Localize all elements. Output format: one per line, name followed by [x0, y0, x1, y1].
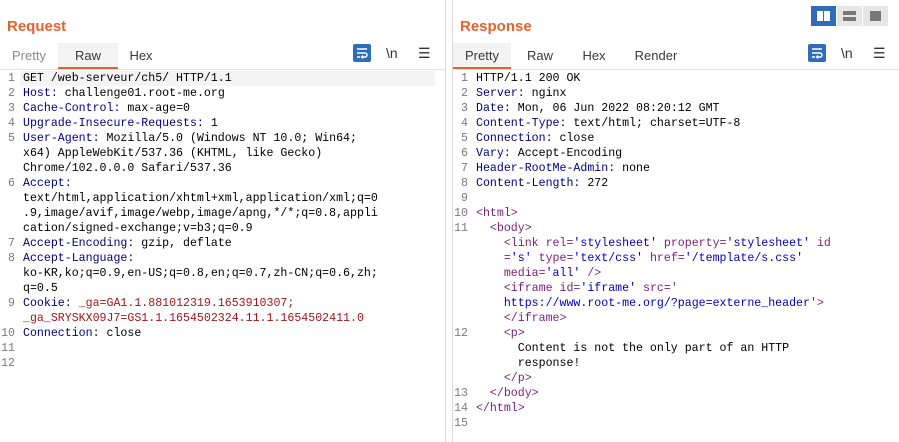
line-number: 7 — [8, 237, 15, 250]
code-line: response! — [476, 357, 581, 370]
response-title: Response — [460, 18, 532, 35]
code-line: Host: challenge01.root-me.org — [23, 87, 225, 100]
code-line: text/html,application/xhtml+xml,applicat… — [23, 192, 378, 205]
code-line: Content-Type: text/html; charset=UTF-8 — [476, 117, 741, 130]
line-number: 1 — [461, 72, 468, 85]
tab-hex[interactable]: Hex — [569, 43, 619, 68]
line-number: 11 — [454, 222, 468, 235]
tab-render[interactable]: Render — [619, 43, 693, 68]
line-number: 1 — [8, 72, 15, 85]
code-line: Vary: Accept-Encoding — [476, 147, 623, 160]
line-number: 13 — [454, 387, 468, 400]
code-line: ko-KR,ko;q=0.9,en-US;q=0.8,en;q=0.7,zh-C… — [23, 267, 378, 280]
line-number: 7 — [461, 162, 468, 175]
code-line: Chrome/102.0.0.0 Safari/537.36 — [23, 162, 232, 175]
request-pane: Request Pretty Raw Hex \n ☰ 1 GET /web-se… — [0, 0, 445, 442]
code-line: Accept-Language: — [23, 252, 135, 265]
menu-icon[interactable]: ☰ — [873, 45, 886, 62]
code-line: x64) AppleWebKit/537.36 (KHTML, like Gec… — [23, 147, 323, 160]
tab-pretty[interactable]: Pretty — [0, 43, 58, 68]
newline-toggle-button[interactable]: \n — [386, 45, 398, 61]
tab-pretty[interactable]: Pretty — [453, 43, 511, 69]
line-number: 4 — [8, 117, 15, 130]
code-line: Accept: — [23, 177, 72, 190]
line-number: 5 — [461, 132, 468, 145]
line-number: 4 — [461, 117, 468, 130]
response-pane: Response Pretty Raw Hex Render \n ☰ 1 HTT… — [453, 0, 899, 442]
code-line: </html> — [476, 402, 525, 415]
code-line: q=0.5 — [23, 282, 58, 295]
response-tabs: Pretty Raw Hex Render — [453, 43, 899, 70]
line-number: 3 — [8, 102, 15, 115]
split-vertical-icon[interactable] — [837, 6, 862, 26]
code-line: GET /web-serveur/ch5/ HTTP/1.1 — [23, 72, 232, 85]
tab-hex[interactable]: Hex — [118, 43, 164, 68]
code-line: media='all' /> — [476, 267, 602, 280]
code-line: Cache-Control: max-age=0 — [23, 102, 190, 115]
line-number: 3 — [461, 102, 468, 115]
line-number: 15 — [454, 417, 468, 430]
request-tabs: Pretty Raw Hex — [0, 43, 445, 70]
tab-raw[interactable]: Raw — [58, 43, 118, 69]
tabs-icon[interactable] — [863, 6, 888, 26]
line-number: 9 — [8, 297, 15, 310]
code-line: Upgrade-Insecure-Requests: 1 — [23, 117, 218, 130]
code-line: Date: Mon, 06 Jun 2022 08:20:12 GMT — [476, 102, 720, 115]
line-number: 14 — [454, 402, 468, 415]
line-number: 8 — [8, 252, 15, 265]
split-horizontal-icon[interactable] — [811, 6, 836, 26]
line-number: 11 — [1, 342, 15, 355]
code-line: https://www.root-me.org/?page=externe_he… — [503, 297, 824, 310]
line-number: 10 — [454, 207, 468, 220]
code-line: .9,image/avif,image/webp,image/apng,*/*;… — [23, 207, 378, 220]
line-number: 9 — [461, 192, 468, 205]
code-line: _ga_SRYSKX09J7=GS1.1.1654502324.11.1.165… — [23, 312, 364, 325]
code-line: Cookie: _ga=GA1.1.881012319.1653910307; — [23, 297, 295, 310]
request-title: Request — [7, 18, 67, 35]
line-number: 8 — [461, 177, 468, 190]
code-line: </iframe> — [503, 312, 567, 325]
line-number: 6 — [461, 147, 468, 160]
code-line: <link rel='stylesheet' property='stylesh… — [503, 237, 831, 250]
line-number: 2 — [8, 87, 15, 100]
line-number: 12 — [1, 357, 15, 370]
newline-toggle-button[interactable]: \n — [841, 45, 853, 61]
code-line: Connection: close — [476, 132, 595, 145]
code-line: HTTP/1.1 200 OK — [476, 72, 581, 85]
code-line: </body> — [489, 387, 539, 400]
code-line: Server: nginx — [476, 87, 567, 100]
code-line: Connection: close — [23, 327, 142, 340]
word-wrap-icon[interactable] — [808, 44, 826, 62]
line-number: 10 — [1, 327, 15, 340]
code-line: <p> — [503, 327, 525, 340]
code-line: cation/signed-exchange;v=b3;q=0.9 — [23, 222, 253, 235]
pane-splitter[interactable] — [445, 0, 453, 442]
code-line: User-Agent: Mozilla/5.0 (Windows NT 10.0… — [23, 132, 357, 145]
code-line: <iframe id='iframe' src=' — [503, 282, 678, 295]
code-line: Accept-Encoding: gzip, deflate — [23, 237, 232, 250]
code-line: </p> — [503, 372, 532, 385]
menu-icon[interactable]: ☰ — [418, 45, 431, 62]
layout-switcher — [811, 6, 888, 26]
request-editor[interactable]: 1 GET /web-serveur/ch5/ HTTP/1.1 2 Host: ch… — [0, 71, 445, 442]
tab-raw[interactable]: Raw — [511, 43, 569, 68]
code-line: Content is not the only part of an HTTP — [476, 342, 790, 355]
code-line: Content-Length: 272 — [476, 177, 609, 190]
code-line: <body> — [489, 222, 532, 235]
word-wrap-icon[interactable] — [353, 44, 371, 62]
line-number: 2 — [461, 87, 468, 100]
code-line: Header-RootMe-Admin: none — [476, 162, 650, 175]
response-editor[interactable]: 1 HTTP/1.1 200 OK 2 Server: nginx 3 Date: Mon… — [453, 71, 899, 442]
line-number: 6 — [8, 177, 15, 190]
code-line: ='s' type='text/css' href='/template/s.c… — [476, 252, 804, 265]
line-number: 5 — [8, 132, 15, 145]
line-number: 12 — [454, 327, 468, 340]
code-line: <html> — [476, 207, 518, 220]
